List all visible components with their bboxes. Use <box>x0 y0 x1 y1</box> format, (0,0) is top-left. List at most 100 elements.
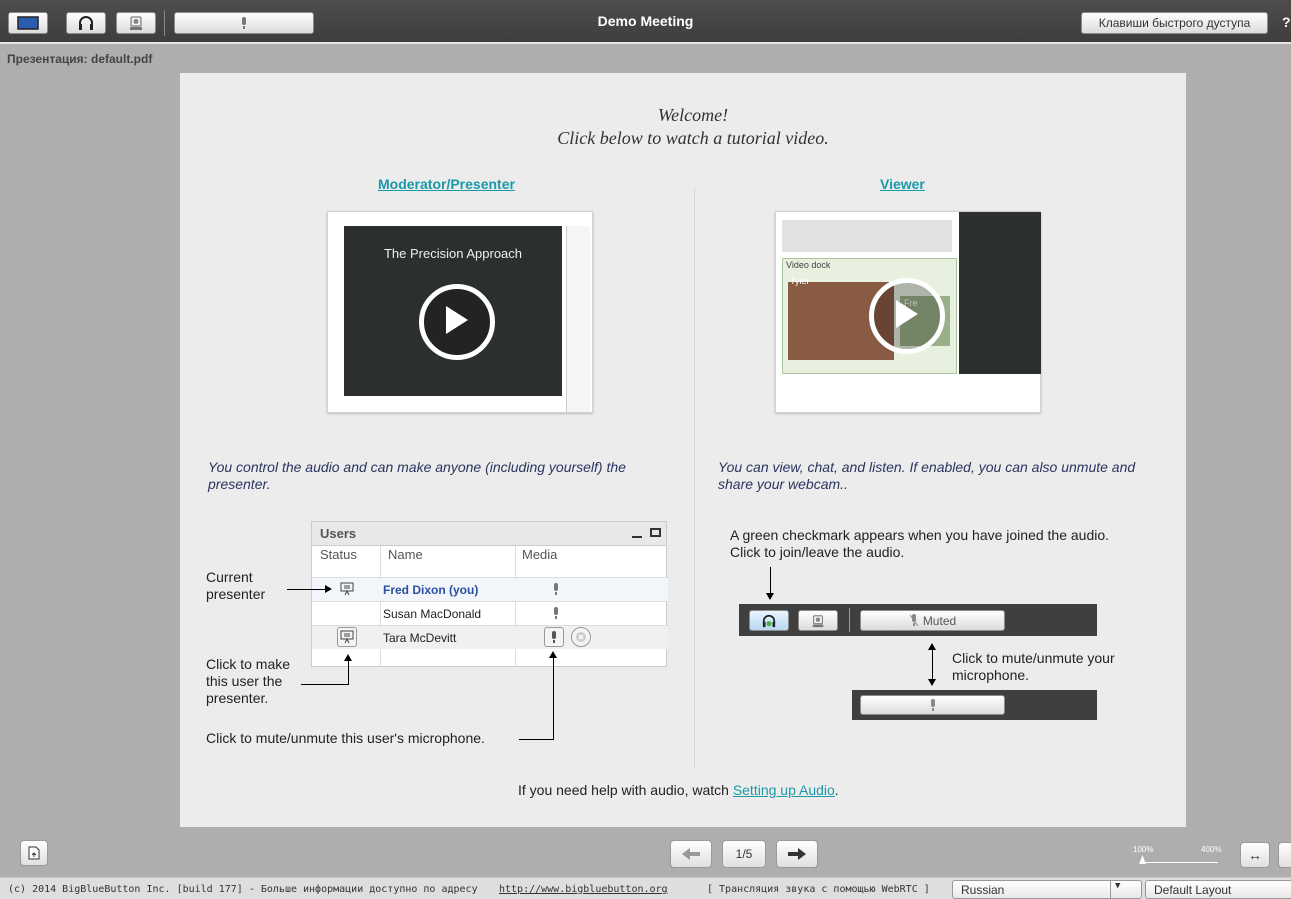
zoom-min-label: 100% <box>1133 845 1154 854</box>
column-divider <box>694 188 695 768</box>
minimize-icon <box>632 536 642 538</box>
app-window: Demo Meeting Клавиши быстрого дуступа ? … <box>0 0 1291 899</box>
microphone-icon <box>242 17 246 29</box>
microphone-icon <box>554 583 558 595</box>
desktop-icon <box>17 16 39 30</box>
arrow-right-icon <box>788 848 806 860</box>
viewer-video-thumbnail[interactable]: Video dock Tyler Fre <box>775 211 1041 413</box>
current-presenter-label: Current presenter <box>206 569 266 602</box>
user-row: Fred Dixon (you) <box>312 577 668 601</box>
arrow-line <box>301 684 349 685</box>
arrow-line <box>287 589 325 590</box>
name-column-header: Name <box>388 547 423 562</box>
presenter-icon <box>340 630 354 644</box>
zoom-slider-track[interactable] <box>1142 862 1218 863</box>
mute-mic-caption: Click to mute/unmute your microphone. <box>952 650 1115 683</box>
arrow-head-icon <box>928 679 936 686</box>
media-column-header: Media <box>522 547 558 562</box>
footer-bar: (c) 2014 BigBlueButton Inc. [build 177] … <box>0 877 1291 899</box>
microphone-icon <box>554 607 558 619</box>
user-name: Tara McDevitt <box>383 631 457 645</box>
microphone-toggle-button[interactable] <box>174 12 314 34</box>
mute-user-button[interactable] <box>544 627 564 647</box>
layout-selected: Default Layout <box>1154 883 1232 897</box>
moderator-tutorial-link[interactable]: Moderator/Presenter <box>378 176 515 192</box>
arrow-head-icon <box>766 593 774 600</box>
moderator-video-thumbnail[interactable]: The Precision Approach <box>327 211 593 413</box>
fit-width-button[interactable]: ↔ <box>1240 842 1270 868</box>
thumbnail-panel <box>782 220 952 252</box>
dropdown-arrow-icon[interactable]: ▼ <box>1115 881 1120 891</box>
microphone-icon <box>930 698 935 711</box>
arrow-line <box>348 661 349 684</box>
fit-width-icon: ↔ <box>1248 847 1262 863</box>
webcam-button[interactable] <box>116 12 156 34</box>
webrtc-status: [ Трансляция звука с помощью WebRTC ] <box>707 884 930 895</box>
bigbluebutton-link[interactable]: http://www.bigbluebutton.org <box>499 884 668 895</box>
presentation-controls: 1/5 100% 400% ↔ <box>0 835 1291 877</box>
muted-label: Muted <box>922 613 957 628</box>
thumbnail-chalkboard <box>959 212 1041 374</box>
kick-user-button[interactable] <box>571 627 591 647</box>
unmuted-microphone-button[interactable] <box>860 695 1005 715</box>
green-checkmark-caption: A green checkmark appears when you have … <box>730 527 1110 560</box>
arrow-head-icon <box>325 585 332 593</box>
close-icon <box>576 632 586 642</box>
joined-audio-button[interactable] <box>749 610 789 631</box>
top-toolbar: Demo Meeting Клавиши быстрого дуступа ? <box>0 0 1291 44</box>
arrow-head-icon <box>344 654 352 661</box>
copyright-text: (c) 2014 BigBlueButton Inc. [build 177] … <box>8 884 478 895</box>
page-indicator[interactable]: 1/5 <box>722 840 766 868</box>
upload-icon <box>28 846 40 860</box>
arrow-line <box>519 739 553 740</box>
make-presenter-caption: Click to make this user the presenter. <box>206 656 291 706</box>
user-row: Tara McDevitt <box>312 625 668 649</box>
zoom-max-label: 400% <box>1201 845 1222 854</box>
user-name: Fred Dixon (you) <box>383 583 479 597</box>
viewer-description: You can view, chat, and listen. If enabl… <box>718 459 1136 492</box>
setting-up-audio-link[interactable]: Setting up Audio <box>733 782 835 798</box>
presenter-icon <box>340 582 354 596</box>
arrow-line <box>553 658 554 740</box>
audio-help-prefix: If you need help with audio, watch <box>518 782 733 798</box>
thumbnail-dock-title: Video dock <box>786 260 831 270</box>
arrow-left-icon <box>682 848 700 860</box>
help-button[interactable]: ? <box>1282 14 1291 30</box>
microphone-muted-icon <box>909 614 919 627</box>
muted-microphone-button[interactable]: Muted <box>860 610 1005 631</box>
users-panel-illustration: Users Status Name Media Fred Dixon (you)… <box>311 521 668 668</box>
shortcut-keys-button[interactable]: Клавиши быстрого дуступа <box>1081 12 1268 34</box>
language-selected: Russian <box>961 883 1005 897</box>
make-presenter-button[interactable] <box>337 627 357 647</box>
users-panel-title: Users <box>312 522 666 546</box>
toolbar-divider <box>164 10 165 36</box>
maximize-icon <box>650 528 661 537</box>
welcome-heading: Welcome! <box>657 105 729 125</box>
desktop-share-button[interactable] <box>8 12 48 34</box>
unmuted-toolbar-illustration <box>852 690 1097 720</box>
user-name: Susan MacDonald <box>383 607 482 621</box>
headset-icon <box>762 614 776 627</box>
status-column-header: Status <box>320 547 357 562</box>
zoom-slider-thumb[interactable] <box>1139 855 1146 864</box>
fit-page-button[interactable] <box>1278 842 1291 868</box>
presentation-title: Презентация: default.pdf <box>7 52 153 66</box>
audio-button[interactable] <box>66 12 106 34</box>
webcam-icon <box>812 614 824 627</box>
upload-presentation-button[interactable] <box>20 840 48 866</box>
language-select[interactable]: Russian <box>952 880 1142 899</box>
user-row: Susan MacDonald <box>312 601 668 625</box>
arrow-head-icon <box>928 643 936 650</box>
microphone-icon <box>552 631 556 643</box>
webcam-icon <box>130 16 142 30</box>
webcam-button[interactable] <box>798 610 838 631</box>
previous-slide-button[interactable] <box>670 840 712 868</box>
next-slide-button[interactable] <box>776 840 818 868</box>
thumbnail-slide-title: The Precision Approach <box>383 246 523 261</box>
arrow-head-icon <box>549 651 557 658</box>
audio-toolbar-illustration: Muted <box>739 604 1097 636</box>
layout-select[interactable]: Default Layout <box>1145 880 1291 899</box>
play-icon <box>419 284 495 360</box>
viewer-tutorial-link[interactable]: Viewer <box>880 176 925 192</box>
thumbnail-toolbar <box>566 226 590 412</box>
